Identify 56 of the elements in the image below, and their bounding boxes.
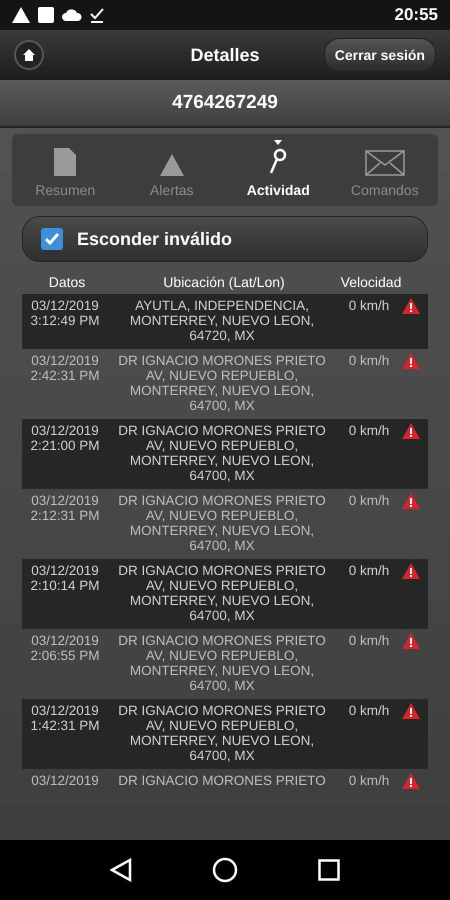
back-button[interactable]: [110, 858, 132, 882]
location-cell-text: DR IGNACIO MORONES PRIETO AV, NUEVO REPUEBLO, MONTERREY, NUEVO LEON, 64700, MX: [117, 633, 327, 693]
date-cell-text: 03/12/2019 2:12:31 PM: [29, 493, 101, 525]
tab[interactable]: Actividad: [225, 134, 332, 206]
location-cell-text: DR IGNACIO MORONES PRIETO: [117, 773, 327, 790]
image-icon: [38, 7, 54, 23]
page-title: Detalles: [190, 44, 260, 66]
recents-button[interactable]: [318, 859, 340, 881]
pin-icon: [269, 140, 288, 176]
warning-icon: [12, 7, 30, 23]
home-button[interactable]: [14, 40, 44, 70]
speed-cell-text: 0 km/h: [348, 563, 390, 580]
location-cell-text: DR IGNACIO MORONES PRIETO AV, NUEVO REPUEBLO, MONTERREY, NUEVO LEON, 64700, MX: [117, 423, 327, 483]
cloud-icon: [62, 9, 82, 21]
checkmark-icon: [45, 233, 59, 245]
device-number: 4764267249: [172, 92, 278, 114]
activity-row[interactable]: 03/12/2019 2:21:00 PM DR IGNACIO MORONES PRIETO AV, NUEVO REPUEBLO, MONTERREY, NUEVO LEON, 64700, MX 0 km/h: [22, 419, 428, 489]
activity-row[interactable]: 03/12/2019 2:12:31 PM DR IGNACIO MORONES PRIETO AV, NUEVO REPUEBLO, MONTERREY, NUEVO LEON, 64700, MX 0 km/h: [22, 489, 428, 559]
activity-row[interactable]: 03/12/2019 DR IGNACIO MORONES PRIETO 0 km/h: [22, 769, 428, 800]
download-done-icon: [90, 7, 104, 23]
location-cell-text: AYUTLA, INDEPENDENCIA, MONTERREY, NUEVO LEON, 64720, MX: [128, 298, 316, 343]
location-cell-text: DR IGNACIO MORONES PRIETO AV, NUEVO REPUEBLO, MONTERREY, NUEVO LEON, 64700, MX: [117, 563, 327, 623]
activity-row[interactable]: 03/12/2019 2:06:55 PM DR IGNACIO MORONES PRIETO AV, NUEVO REPUEBLO, MONTERREY, NUEVO LEON, 64700, MX 0 km/h: [22, 629, 428, 699]
column-header: Velocidad: [340, 274, 402, 290]
checkbox[interactable]: [41, 228, 63, 250]
speed-cell-text: 0 km/h: [348, 353, 390, 370]
date-cell-text: 03/12/2019 2:21:00 PM: [29, 423, 101, 455]
speed-cell-text: 0 km/h: [348, 493, 390, 510]
location-cell-text: DR IGNACIO MORONES PRIETO AV, NUEVO REPUEBLO, MONTERREY, NUEVO LEON, 64700, MX: [117, 493, 327, 553]
clock-time: 20:55: [394, 5, 438, 25]
column-header: Ubicación (Lat/Lon): [162, 274, 286, 290]
activity-row[interactable]: 03/12/2019 2:42:31 PM DR IGNACIO MORONES PRIETO AV, NUEVO REPUEBLO, MONTERREY, NUEVO LEON, 64700, MX 0 km/h: [22, 349, 428, 419]
envelope-icon: [364, 150, 405, 176]
date-cell-text: 03/12/2019 3:12:49 PM: [29, 298, 101, 330]
home-icon: [23, 49, 35, 61]
speed-cell-text: 0 km/h: [348, 298, 390, 315]
activity-row[interactable]: 03/12/2019 1:42:31 PM DR IGNACIO MORONES PRIETO AV, NUEVO REPUEBLO, MONTERREY, NUEVO LEON, 64700, MX 0 km/h: [22, 699, 428, 769]
warning-icon: [160, 154, 184, 176]
activity-row[interactable]: 03/12/2019 3:12:49 PM AYUTLA, INDEPENDENCIA, MONTERREY, NUEVO LEON, 64720, MX 0 km/h: [22, 294, 428, 349]
speed-cell-text: 0 km/h: [348, 773, 390, 790]
document-icon: [54, 148, 76, 176]
date-cell-text: 03/12/2019 2:42:31 PM: [29, 353, 101, 385]
location-cell-text: DR IGNACIO MORONES PRIETO AV, NUEVO REPUEBLO, MONTERREY, NUEVO LEON, 64700, MX: [117, 353, 327, 413]
location-cell-text: DR IGNACIO MORONES PRIETO AV, NUEVO REPUEBLO, MONTERREY, NUEVO LEON, 64700, MX: [117, 703, 327, 763]
column-header: Datos: [48, 274, 86, 290]
date-cell-text: 03/12/2019 2:10:14 PM: [29, 563, 101, 595]
speed-cell-text: 0 km/h: [348, 703, 390, 720]
speed-cell-text: 0 km/h: [348, 423, 390, 440]
logout-button[interactable]: Cerrar sesión: [324, 38, 436, 72]
date-cell-text: 03/12/2019 1:42:31 PM: [29, 703, 101, 735]
activity-row[interactable]: 03/12/2019 2:10:14 PM DR IGNACIO MORONES PRIETO AV, NUEVO REPUEBLO, MONTERREY, NUEVO LEON, 64700, MX 0 km/h: [22, 559, 428, 629]
filter-label: Esconder inválido: [77, 228, 232, 250]
speed-cell-text: 0 km/h: [348, 633, 390, 650]
date-cell-text: 03/12/2019 2:06:55 PM: [29, 633, 101, 665]
filter-toggle[interactable]: Esconder inválido: [22, 216, 428, 262]
date-cell-text: 03/12/2019: [30, 773, 100, 790]
